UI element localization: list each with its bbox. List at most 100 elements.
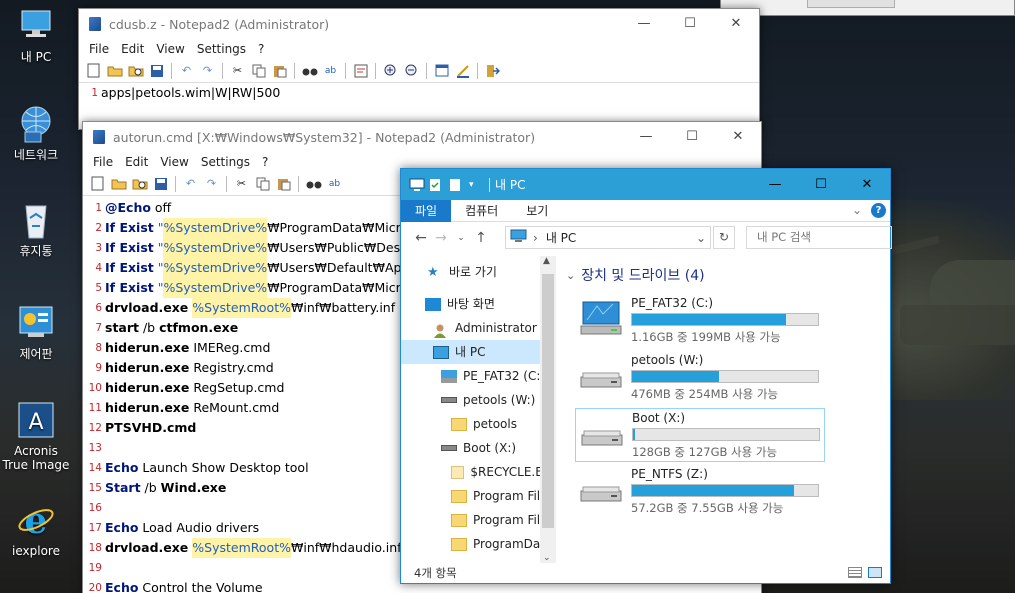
open-folder-icon[interactable] [110,175,127,192]
breadcrumb-this-pc[interactable]: 내 PC [546,229,576,246]
collapse-group-icon[interactable]: ⌄ [566,269,575,282]
menu-settings[interactable]: Settings [195,155,256,169]
menu-view[interactable]: View [154,155,194,169]
cut-icon[interactable]: ✂ [233,175,250,192]
details-view-icon[interactable] [848,567,862,578]
cut-icon[interactable]: ✂ [229,62,246,79]
exit-icon[interactable] [484,62,501,79]
desktop-icon-acronis[interactable]: A Acronis True Image [0,400,72,472]
customize-icon[interactable] [454,62,471,79]
address-dropdown-icon[interactable]: ⌄ [696,231,706,245]
title-bar[interactable]: cdusb.z - Notepad2 (Administrator) — ☐ ✕ [79,9,759,39]
close-button[interactable]: ✕ [713,9,759,39]
undo-icon[interactable]: ↶ [178,62,195,79]
nav-item-this-pc[interactable]: 내 PC [401,340,556,364]
group-header-devices[interactable]: ⌄ 장치 및 드라이브 (4) [566,264,886,286]
zoom-out-icon[interactable] [403,62,420,79]
new-folder-icon[interactable] [449,178,464,192]
nav-item-administrator[interactable]: Administrator [401,316,556,340]
tab-view[interactable]: 보기 [512,200,562,222]
minimize-button[interactable]: — [623,122,669,152]
recent-locations-button[interactable]: ⌄ [451,233,471,243]
title-bar[interactable]: ▾ 내 PC — ☐ ✕ [401,169,890,200]
nav-item-desktop[interactable]: 바탕 화면 [401,292,556,316]
maximize-button[interactable]: ☐ [798,169,844,200]
desktop-icon-recycle-bin[interactable]: 휴지통 [0,200,72,258]
notepad-window-cdusb[interactable]: cdusb.z - Notepad2 (Administrator) — ☐ ✕… [78,8,760,130]
open-folder-icon[interactable] [106,62,123,79]
nav-item-drive-w[interactable]: petools (W:) [401,388,556,412]
redo-icon[interactable]: ↷ [199,62,216,79]
maximize-button[interactable]: ☐ [667,9,713,39]
large-icons-view-icon[interactable] [868,567,882,578]
back-button[interactable]: ← [411,230,431,246]
drive-tile-c[interactable]: PE_FAT32 (C:) 1.16GB 중 199MB 사용 가능 [575,294,825,348]
zoom-in-icon[interactable] [382,62,399,79]
save-icon[interactable] [148,62,165,79]
minimize-button[interactable]: — [752,169,798,200]
desktop-icon-this-pc[interactable]: 내 PC [0,6,72,64]
menu-edit[interactable]: Edit [119,155,154,169]
word-wrap-icon[interactable] [352,62,369,79]
menu-help[interactable]: ? [256,155,274,169]
find-icon[interactable] [305,175,322,192]
paste-icon[interactable] [271,62,288,79]
properties-icon[interactable] [429,178,444,192]
up-button[interactable]: ↑ [471,230,491,246]
browse-icon[interactable] [127,62,144,79]
browse-icon[interactable] [131,175,148,192]
background-window[interactable] [720,0,1015,16]
tab-computer[interactable]: 컴퓨터 [451,200,512,222]
nav-item-drive-c[interactable]: PE_FAT32 (C:) [401,364,556,388]
menu-edit[interactable]: Edit [115,42,150,56]
copy-icon[interactable] [254,175,271,192]
copy-icon[interactable] [250,62,267,79]
find-icon[interactable] [301,62,318,79]
title-bar[interactable]: autorun.cmd [X:₩Windows₩System32] - Note… [83,122,761,152]
replace-icon[interactable]: ab [322,62,339,79]
menu-settings[interactable]: Settings [191,42,252,56]
scroll-up-icon[interactable]: ▲ [543,256,550,266]
desktop-icon-network[interactable]: 네트워크 [0,104,72,162]
customize-qat-icon[interactable]: ▾ [469,178,484,192]
redo-icon[interactable]: ↷ [203,175,220,192]
undo-icon[interactable]: ↶ [182,175,199,192]
scheme-icon[interactable] [433,62,450,79]
explorer-window[interactable]: ▾ 내 PC — ☐ ✕ 파일 컴퓨터 보기 ⌄ ? ← → ⌄ ↑ › 내 P… [400,168,892,584]
help-icon[interactable]: ? [871,203,886,218]
refresh-button[interactable]: ↻ [713,226,735,249]
menu-file[interactable]: File [87,155,119,169]
close-button[interactable]: ✕ [715,122,761,152]
desktop-icon-iexplore[interactable]: e iexplore [0,500,72,558]
menu-help[interactable]: ? [252,42,270,56]
nav-item-folder[interactable]: Program Files [401,508,556,532]
editor-text-area[interactable]: 1 apps|petools.wim|W|RW|500 [79,83,759,103]
drive-tile-z[interactable]: PE_NTFS (Z:) 57.2GB 중 7.55GB 사용 가능 [575,465,825,519]
drive-tile-w[interactable]: petools (W:) 476MB 중 254MB 사용 가능 [575,351,825,405]
address-box[interactable]: › 내 PC ⌄ [505,226,711,249]
expand-ribbon-icon[interactable]: ⌄ [852,203,862,217]
save-icon[interactable] [152,175,169,192]
new-file-icon[interactable] [85,62,102,79]
background-window-button[interactable] [807,0,895,8]
nav-item-folder[interactable]: ProgramData [401,532,556,556]
search-input[interactable]: 내 PC 검색 [746,226,892,249]
maximize-button[interactable]: ☐ [669,122,715,152]
nav-item-drive-x[interactable]: Boot (X:) [401,436,556,460]
paste-icon[interactable] [275,175,292,192]
minimize-button[interactable]: — [621,9,667,39]
nav-item-folder[interactable]: $RECYCLE.BIN [401,460,556,484]
nav-item-folder[interactable]: petools [401,412,556,436]
menu-view[interactable]: View [150,42,190,56]
nav-scrollbar[interactable]: ▲ ⌄ [540,256,556,563]
replace-icon[interactable]: ab [326,175,343,192]
tab-file[interactable]: 파일 [401,199,452,222]
menu-file[interactable]: File [83,42,115,56]
new-file-icon[interactable] [89,175,106,192]
scrollbar-thumb[interactable] [542,274,554,528]
forward-button[interactable]: → [431,230,451,246]
nav-item-quick-access[interactable]: ★ 바로 가기 [401,260,556,284]
nav-item-folder[interactable]: Program Files [401,484,556,508]
scroll-down-icon[interactable]: ⌄ [543,553,551,563]
close-button[interactable]: ✕ [844,169,890,200]
